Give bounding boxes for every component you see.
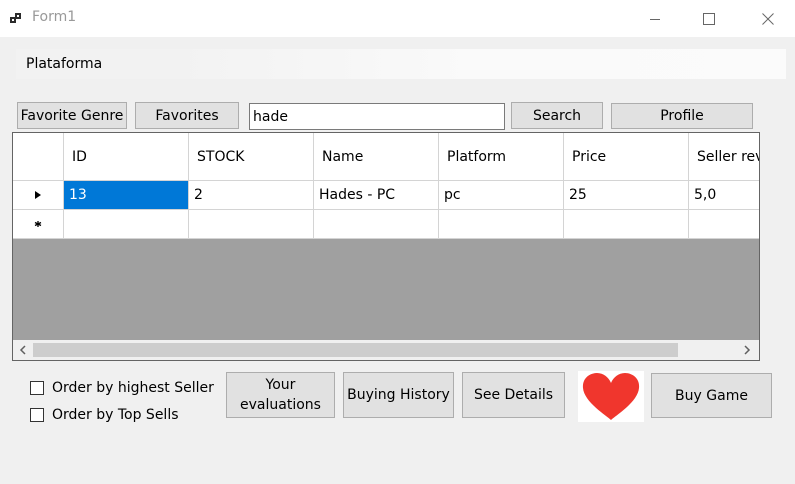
scroll-left-arrow-icon[interactable] xyxy=(13,340,33,360)
menu-item-plataforma[interactable]: Plataforma xyxy=(26,56,102,72)
scrollbar-thumb[interactable] xyxy=(33,343,678,357)
horizontal-scrollbar[interactable] xyxy=(13,340,759,360)
minimize-icon xyxy=(650,18,660,20)
column-header-platform[interactable]: Platform xyxy=(439,133,564,181)
column-header-id[interactable]: ID xyxy=(64,133,189,181)
buying-history-button[interactable]: Buying History xyxy=(343,372,454,418)
grid-corner-header[interactable] xyxy=(13,133,64,181)
current-row-arrow-icon xyxy=(35,191,41,199)
menu-strip xyxy=(16,49,786,79)
checkbox-box[interactable] xyxy=(30,381,44,395)
column-header-name[interactable]: Name xyxy=(314,133,439,181)
new-cell[interactable] xyxy=(314,210,439,239)
column-header-seller-review[interactable]: Seller rev xyxy=(689,133,759,181)
column-header-stock[interactable]: STOCK xyxy=(189,133,314,181)
see-details-button[interactable]: See Details xyxy=(462,372,565,418)
your-evaluations-button[interactable]: Your evaluations xyxy=(226,372,335,418)
favorite-heart-button[interactable] xyxy=(578,371,644,422)
new-cell[interactable] xyxy=(64,210,189,239)
button-label-line: evaluations xyxy=(240,397,321,413)
games-grid[interactable]: ID STOCK Name Platform Price Seller rev … xyxy=(12,132,760,361)
profile-button[interactable]: Profile xyxy=(611,103,753,129)
app-icon xyxy=(9,11,25,27)
heart-icon xyxy=(582,372,640,420)
search-input[interactable] xyxy=(249,103,505,130)
checkbox-box[interactable] xyxy=(30,408,44,422)
buy-game-button[interactable]: Buy Game xyxy=(651,373,772,418)
cell-stock[interactable]: 2 xyxy=(189,181,314,210)
order-top-sells-checkbox[interactable]: Order by Top Sells xyxy=(30,407,179,423)
checkbox-label: Order by highest Seller xyxy=(52,380,214,396)
maximize-icon xyxy=(703,12,715,25)
checkbox-label: Order by Top Sells xyxy=(52,407,179,423)
new-row-asterisk-icon xyxy=(34,221,42,227)
row-selector[interactable] xyxy=(13,181,64,210)
cell-seller-review[interactable]: 5,0 xyxy=(689,181,759,210)
new-cell[interactable] xyxy=(689,210,759,239)
favorites-button[interactable]: Favorites xyxy=(135,102,239,129)
scroll-right-arrow-icon[interactable] xyxy=(737,340,757,360)
cell-price[interactable]: 25 xyxy=(564,181,689,210)
minimize-button[interactable] xyxy=(632,0,678,37)
window-title: Form1 xyxy=(32,9,77,25)
cell-id[interactable]: 13 xyxy=(64,181,189,210)
cell-platform[interactable]: pc xyxy=(439,181,564,210)
order-highest-seller-checkbox[interactable]: Order by highest Seller xyxy=(30,380,214,396)
new-row-selector[interactable] xyxy=(13,210,64,239)
new-cell[interactable] xyxy=(439,210,564,239)
new-cell[interactable] xyxy=(189,210,314,239)
close-button[interactable] xyxy=(745,0,791,37)
button-label-line: Your xyxy=(265,377,296,393)
column-header-price[interactable]: Price xyxy=(564,133,689,181)
cell-name[interactable]: Hades - PC xyxy=(314,181,439,210)
new-row[interactable] xyxy=(13,210,759,239)
search-button[interactable]: Search xyxy=(511,102,603,129)
maximize-button[interactable] xyxy=(686,0,732,37)
new-cell[interactable] xyxy=(564,210,689,239)
close-icon xyxy=(762,12,774,25)
table-row[interactable]: 13 2 Hades - PC pc 25 5,0 xyxy=(13,181,759,210)
favorite-genre-button[interactable]: Favorite Genre xyxy=(17,102,127,129)
grid-header-row: ID STOCK Name Platform Price Seller rev xyxy=(13,133,759,181)
